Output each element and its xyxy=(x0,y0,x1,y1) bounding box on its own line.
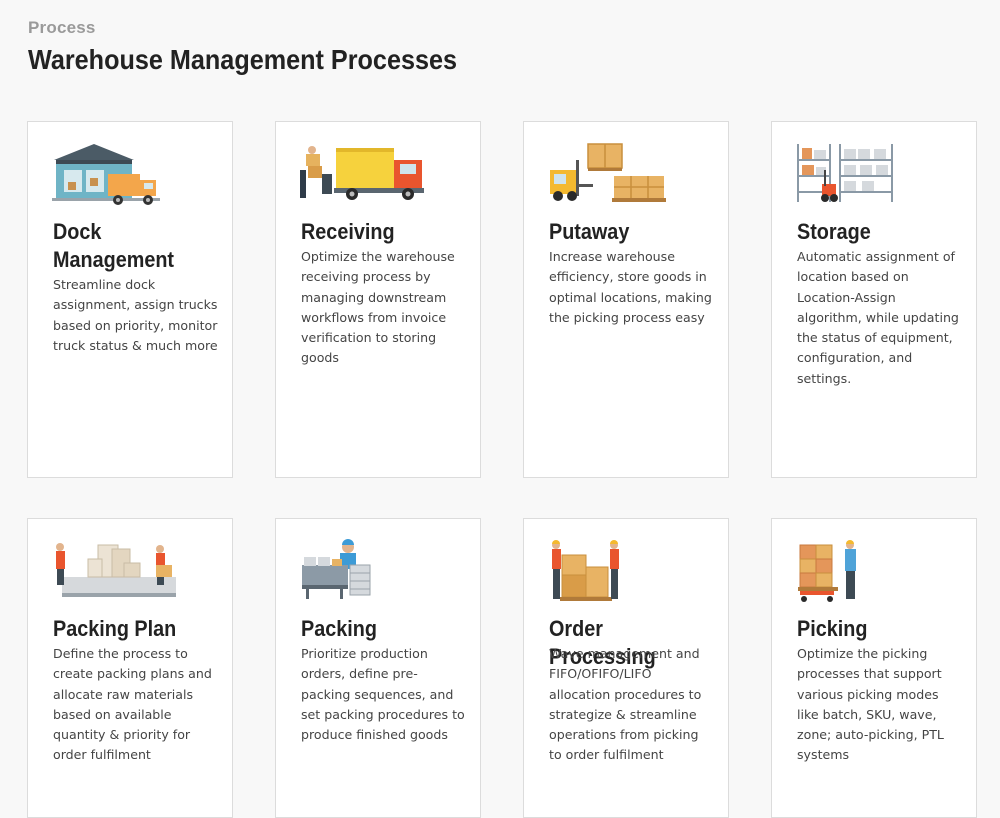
card-description: Define the process to create packing pla… xyxy=(53,646,212,763)
process-card-packing-plan[interactable]: Packing Plan Define the process to creat… xyxy=(27,518,233,818)
dock-truck-illustration xyxy=(52,144,160,205)
card-description: Optimize the picking processes that supp… xyxy=(797,646,944,763)
card-title: Picking xyxy=(797,616,868,641)
card-title: Dock Management xyxy=(53,219,175,272)
packing-worker-illustration xyxy=(302,539,371,599)
workers-boxes-illustration xyxy=(552,540,619,601)
card-description: Increase warehouse efficiency, store goo… xyxy=(549,249,712,325)
process-card-storage[interactable]: Storage Automatic assignment of location… xyxy=(771,121,977,478)
process-card-order-processing[interactable]: Order Processing Wave management and FIF… xyxy=(523,518,729,818)
card-description: Prioritize production orders, define pre… xyxy=(301,646,465,743)
card-description: Wave management and FIFO/OFIFO/LIFO allo… xyxy=(549,646,702,763)
card-title: Receiving xyxy=(301,219,395,244)
card-description: Optimize the warehouse receiving process… xyxy=(301,249,455,366)
section-eyebrow: Process xyxy=(28,18,96,37)
workers-conveyor-illustration xyxy=(56,543,176,597)
forklift-pallets-illustration xyxy=(550,143,666,202)
process-card-dock-management[interactable]: Dock Management Streamline dock assignme… xyxy=(27,121,233,478)
process-card-receiving[interactable]: Receiving Optimize the warehouse receivi… xyxy=(275,121,481,478)
picking-worker-illustration xyxy=(798,540,856,602)
process-card-putaway[interactable]: Putaway Increase warehouse efficiency, s… xyxy=(523,121,729,478)
process-card-picking[interactable]: Picking Optimize the picking processes t… xyxy=(771,518,977,818)
card-description: Automatic assignment of location based o… xyxy=(797,249,959,386)
card-description: Streamline dock assignment, assign truck… xyxy=(53,277,218,353)
storage-racks-illustration xyxy=(797,144,893,202)
page-title: Warehouse Management Processes xyxy=(28,44,458,75)
card-title: Packing Plan xyxy=(53,616,177,641)
card-title: Storage xyxy=(797,219,871,244)
card-title: Packing xyxy=(301,616,377,641)
card-title: Putaway xyxy=(549,219,630,244)
delivery-truck-illustration xyxy=(300,146,424,200)
process-card-packing[interactable]: Packing Prioritize production orders, de… xyxy=(275,518,481,818)
